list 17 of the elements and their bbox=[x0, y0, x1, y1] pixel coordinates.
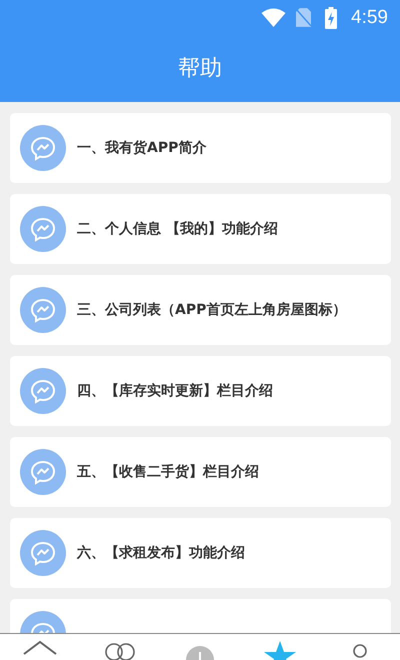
page-title: 帮助 bbox=[178, 54, 222, 82]
help-item[interactable]: 五、【收售二手货】栏目介绍 bbox=[10, 437, 391, 507]
chat-bubble-icon bbox=[20, 206, 66, 252]
battery-icon bbox=[325, 6, 338, 28]
chat-bubble-icon bbox=[20, 368, 66, 414]
help-item[interactable]: 三、公司列表（APP首页左上角房屋图标） bbox=[10, 275, 391, 345]
chat-bubble-icon bbox=[20, 287, 66, 333]
chat-bubble-icon bbox=[20, 449, 66, 495]
help-item[interactable]: 四、【库存实时更新】栏目介绍 bbox=[10, 356, 391, 426]
help-item[interactable]: 六、【求租发布】功能介绍 bbox=[10, 518, 391, 588]
chat-bubble-icon bbox=[20, 530, 66, 576]
help-item[interactable]: 二、个人信息 【我的】功能介绍 bbox=[10, 194, 391, 264]
help-item[interactable]: 一、我有货APP简介 bbox=[10, 113, 391, 183]
status-time: 4:59 bbox=[351, 6, 388, 28]
chat-bubble-icon bbox=[20, 125, 66, 171]
no-sim-icon bbox=[296, 8, 312, 27]
wifi-icon bbox=[261, 8, 286, 28]
